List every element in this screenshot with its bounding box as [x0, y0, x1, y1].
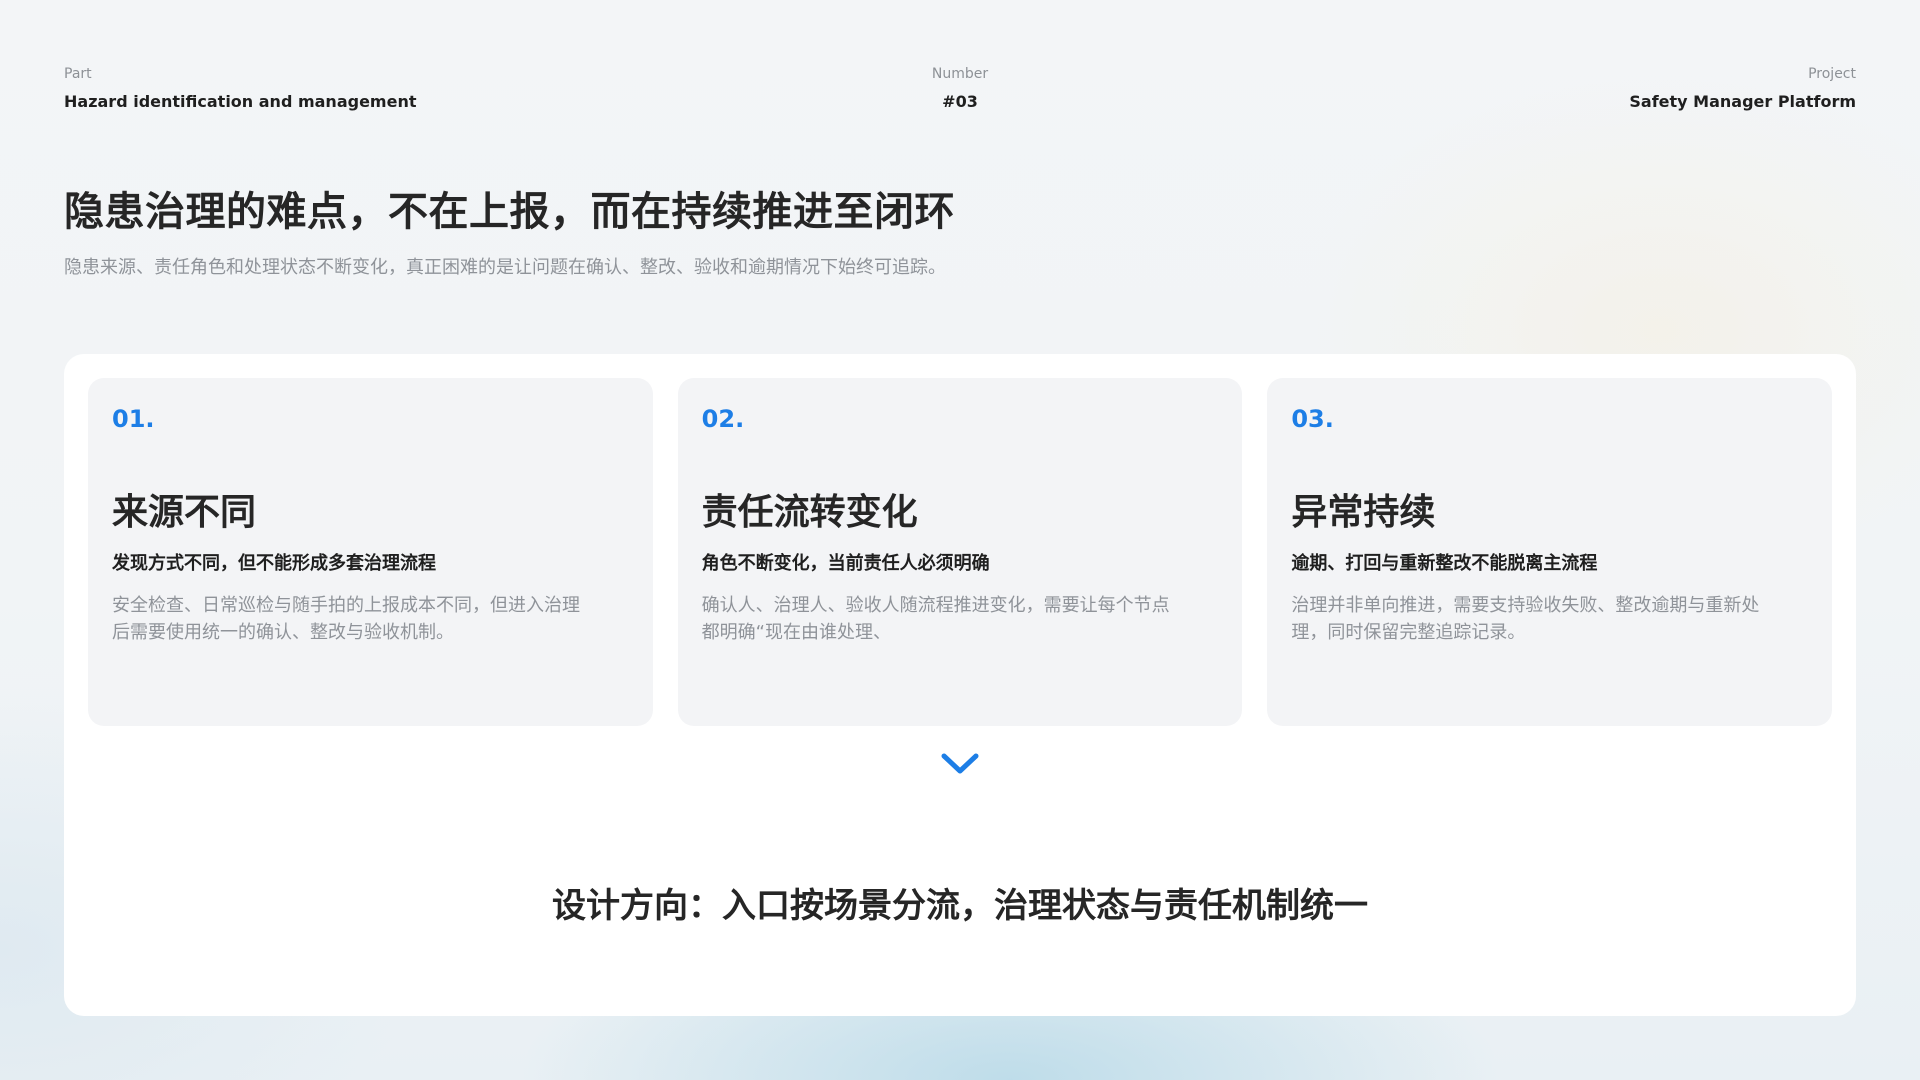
card-number: 03.: [1291, 405, 1334, 433]
page-title: 隐患治理的难点，不在上报，而在持续推进至闭环: [64, 189, 955, 235]
card-source: 01. 来源不同 发现方式不同，但不能形成多套治理流程 安全检查、日常巡检与随手…: [88, 378, 653, 726]
project-label: Project: [1808, 66, 1856, 82]
card-number: 01.: [112, 405, 155, 433]
card-description: 确认人、治理人、验收人随流程推进变化，需要让每个节点 都明确“现在由谁处理、: [701, 595, 1170, 643]
card-number: 02.: [701, 405, 745, 433]
card-description: 安全检查、日常巡检与随手拍的上报成本不同，但进入治理 后需要使用统一的确认、整改…: [112, 595, 580, 643]
card-title: 责任流转变化: [701, 492, 918, 533]
card-description: 治理并非单向推进，需要支持验收失败、整改逾期与重新处 理，同时保留完整追踪记录。: [1291, 595, 1760, 643]
meta-project: Project Safety Manager Platform: [1629, 65, 1856, 112]
card-responsibility: 02. 责任流转变化 角色不断变化，当前责任人必须明确 确认人、治理人、验收人随…: [677, 378, 1243, 726]
card-subtitle: 发现方式不同，但不能形成多套治理流程: [112, 553, 436, 574]
card-subtitle: 逾期、打回与重新整改不能脱离主流程: [1291, 553, 1598, 574]
card-title: 异常持续: [1291, 492, 1436, 533]
main-panel: 01. 来源不同 发现方式不同，但不能形成多套治理流程 安全检查、日常巡检与随手…: [64, 354, 1856, 1016]
chevron-down-icon: [941, 753, 979, 774]
design-direction: 设计方向：入口按场景分流，治理状态与责任机制统一: [552, 886, 1368, 926]
card-subtitle: 角色不断变化，当前责任人必须明确: [701, 553, 990, 574]
card-title: 来源不同: [112, 492, 257, 533]
card-list: 01. 来源不同 发现方式不同，但不能形成多套治理流程 安全检查、日常巡检与随手…: [88, 378, 1833, 726]
project-value: Safety Manager Platform: [1629, 92, 1856, 111]
page-subtitle: 隐患来源、责任角色和处理状态不断变化，真正困难的是让问题在确认、整改、验收和逾期…: [64, 257, 946, 278]
card-exception: 03. 异常持续 逾期、打回与重新整改不能脱离主流程 治理并非单向推进，需要支持…: [1267, 378, 1833, 726]
